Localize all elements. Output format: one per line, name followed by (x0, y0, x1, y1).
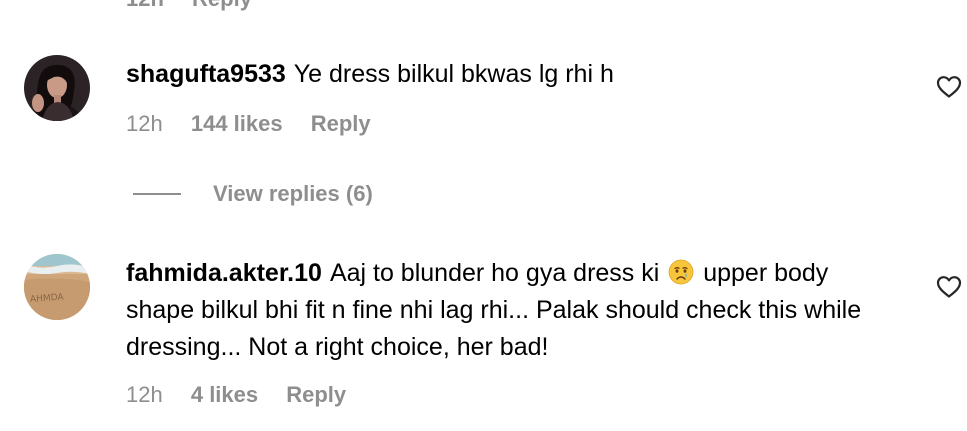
avatar[interactable]: AHMDA (24, 254, 90, 320)
profile-photo-icon: AHMDA (24, 254, 90, 320)
avatar[interactable] (24, 55, 90, 121)
comment-likes[interactable]: 4 likes (191, 382, 258, 407)
reply-button[interactable]: Reply (311, 111, 371, 136)
comment-likes[interactable]: 144 likes (191, 111, 283, 136)
comment-text: shagufta9533 Ye dress bilkul bkwas lg rhi… (126, 56, 886, 93)
comment-time[interactable]: 12h (126, 111, 163, 136)
comment-meta: 12h 144 likes Reply (126, 111, 371, 137)
view-replies-label[interactable]: View replies (6) (213, 181, 373, 207)
comment-text: fahmida.akter.10 Aaj to blunder ho gya dr… (126, 255, 886, 366)
crying-face-emoji-icon (668, 259, 694, 285)
previous-comment-meta: 12h Reply (126, 0, 274, 12)
previous-comment-reply-button[interactable]: Reply (192, 0, 252, 11)
view-replies-button[interactable]: View replies (6) (133, 180, 373, 208)
profile-photo-icon (24, 55, 90, 121)
comment-meta: 12h 4 likes Reply (126, 382, 346, 408)
previous-comment-time: 12h (126, 0, 164, 11)
reply-button[interactable]: Reply (286, 382, 346, 407)
heart-outline-icon[interactable] (936, 75, 962, 99)
view-replies-divider (133, 193, 181, 195)
comment-time[interactable]: 12h (126, 382, 163, 407)
heart-outline-icon[interactable] (936, 275, 962, 299)
comment-body-part1: Aaj to blunder ho gya dress ki (329, 259, 660, 287)
comment-username[interactable]: shagufta9533 (126, 60, 286, 88)
comment-username[interactable]: fahmida.akter.10 (126, 259, 322, 287)
comment-body: Ye dress bilkul bkwas lg rhi h (293, 60, 614, 88)
